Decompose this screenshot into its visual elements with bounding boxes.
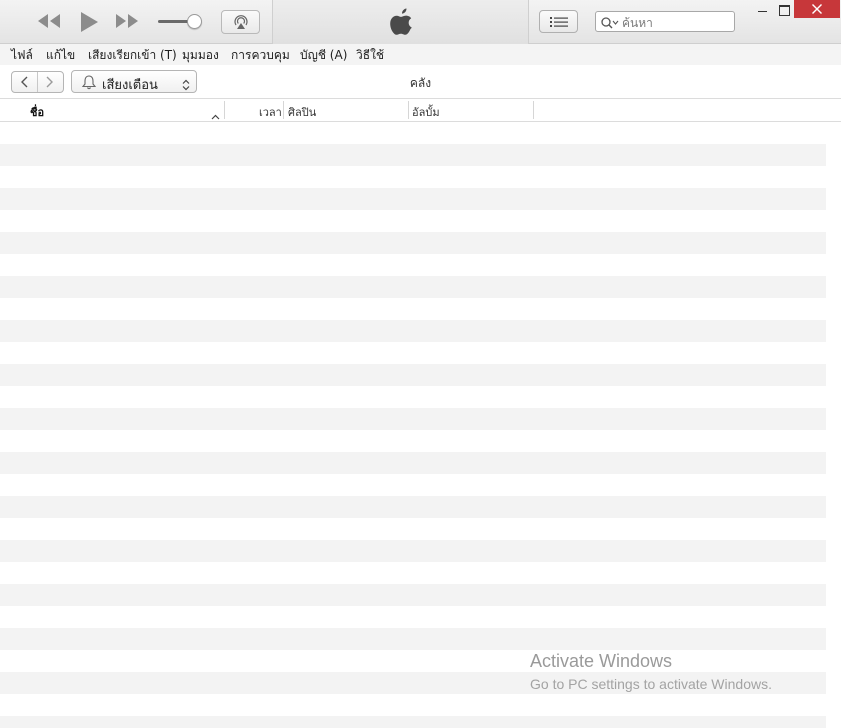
- menu-help[interactable]: วิธีใช้: [356, 46, 384, 65]
- maximize-icon[interactable]: [773, 1, 795, 19]
- scrollbar-track[interactable]: [826, 122, 841, 728]
- column-divider[interactable]: [283, 101, 284, 119]
- menu-controls[interactable]: การควบคุม: [231, 46, 290, 65]
- table-header: ชื่อ เวลา ศิลปิน อัลบั้ม: [0, 99, 841, 122]
- fast-forward-icon[interactable]: [114, 10, 140, 36]
- volume-slider-knob[interactable]: [187, 14, 202, 29]
- column-divider[interactable]: [408, 101, 409, 119]
- navigation-bar: คลัง เสียงเตือน: [0, 65, 841, 99]
- toolbar-right: ค้นหา: [529, 0, 841, 44]
- column-divider[interactable]: [533, 101, 534, 119]
- search-field[interactable]: ค้นหา: [595, 11, 735, 32]
- menu-ringtones[interactable]: เสียงเรียกเข้า (T): [88, 46, 177, 65]
- history-buttons: [11, 71, 64, 93]
- updown-chevron-icon: [182, 76, 190, 95]
- column-divider[interactable]: [224, 101, 225, 119]
- menu-edit[interactable]: แก้ไข: [46, 46, 75, 65]
- playback-controls: [0, 0, 272, 44]
- column-header-artist[interactable]: ศิลปิน: [288, 103, 316, 121]
- column-header-time[interactable]: เวลา: [259, 103, 282, 121]
- menu-file[interactable]: ไฟล์: [11, 46, 33, 65]
- apple-logo-icon: [387, 6, 415, 42]
- minimize-icon[interactable]: [751, 1, 773, 19]
- song-list[interactable]: [0, 122, 826, 728]
- column-header-album[interactable]: อัลบั้ม: [412, 103, 440, 121]
- back-button[interactable]: [12, 72, 37, 92]
- now-playing-area: [272, 0, 529, 44]
- activation-watermark-title: Activate Windows: [530, 651, 673, 671]
- play-icon[interactable]: [78, 10, 100, 38]
- airplay-icon: [234, 15, 248, 29]
- forward-chevron-icon: [46, 76, 53, 88]
- menu-view[interactable]: มุมมอง: [182, 46, 219, 65]
- close-button[interactable]: [794, 0, 840, 18]
- menu-account[interactable]: บัญชี (A): [300, 46, 347, 65]
- search-icon: [600, 15, 620, 34]
- list-view-icon: [550, 17, 568, 27]
- menu-bar: ไฟล์ แก้ไข เสียงเรียกเข้า (T) มุมมอง การ…: [0, 44, 841, 65]
- back-chevron-icon: [21, 76, 28, 88]
- player-toolbar: ค้นหา: [0, 0, 841, 44]
- library-select-label: เสียงเตือน: [102, 78, 158, 93]
- activation-watermark-subtitle: Go to PC settings to activate Windows.: [530, 676, 772, 692]
- column-header-name[interactable]: ชื่อ: [30, 103, 44, 121]
- bell-icon: [81, 75, 97, 94]
- close-icon: [812, 4, 822, 14]
- search-input[interactable]: ค้นหา: [622, 14, 653, 33]
- airplay-button[interactable]: [221, 10, 260, 34]
- library-media-select[interactable]: เสียงเตือน: [71, 70, 197, 93]
- rewind-icon[interactable]: [36, 10, 62, 36]
- forward-button[interactable]: [38, 72, 64, 92]
- list-view-button[interactable]: [539, 10, 578, 33]
